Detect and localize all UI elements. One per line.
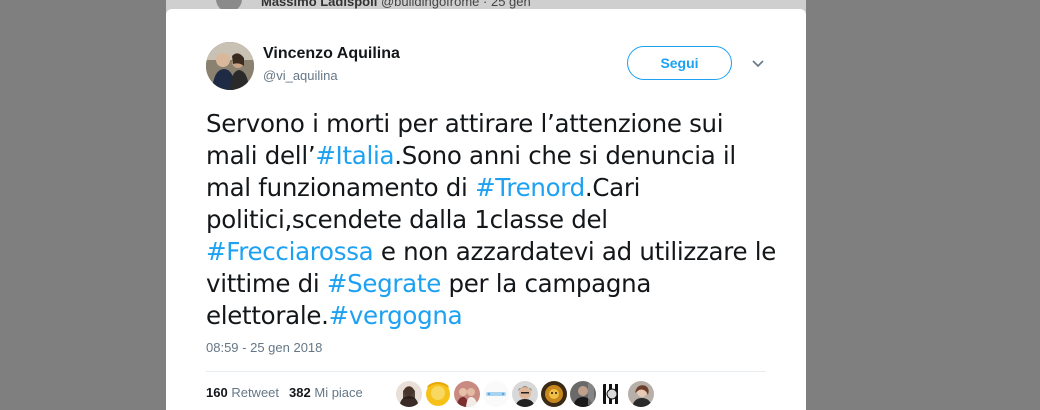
- divider: [206, 371, 766, 372]
- liker-avatar[interactable]: [599, 381, 625, 407]
- like-label: Mi piace: [314, 385, 363, 400]
- follow-button[interactable]: Segui: [627, 46, 732, 80]
- liker-avatar[interactable]: [396, 381, 422, 407]
- hashtag-link[interactable]: #Italia: [315, 141, 394, 170]
- liker-avatar[interactable]: [512, 381, 538, 407]
- chevron-down-icon[interactable]: [751, 58, 765, 70]
- author-avatar[interactable]: [206, 42, 254, 90]
- background-tweet-date: · 25 gen: [483, 0, 531, 9]
- tweet-modal: Vincenzo Aquilina @vi_aquilina Segui Ser…: [166, 9, 806, 410]
- like-count: 382: [289, 385, 311, 400]
- liker-avatar[interactable]: [454, 381, 480, 407]
- liker-avatar[interactable]: [570, 381, 596, 407]
- tweet-text: Servono i morti per attirare l’attenzion…: [206, 108, 776, 332]
- author-handle[interactable]: @vi_aquilina: [263, 68, 338, 83]
- hashtag-link[interactable]: #Segrate: [327, 269, 441, 298]
- liker-avatar[interactable]: [628, 381, 654, 407]
- avatar-photo-icon: [206, 42, 254, 90]
- liker-avatar[interactable]: [541, 381, 567, 407]
- tweet-stats: 160 Retweet 382 Mi piace: [206, 385, 363, 400]
- retweet-count: 160: [206, 385, 228, 400]
- liker-avatar[interactable]: [483, 381, 509, 407]
- background-author-name: Massimo Ladispoli: [261, 0, 378, 9]
- author-name[interactable]: Vincenzo Aquilina: [263, 45, 400, 63]
- liker-avatar[interactable]: [425, 381, 451, 407]
- likers-avatars: [396, 381, 654, 407]
- retweet-label: Retweet: [231, 385, 280, 400]
- retweet-stat[interactable]: 160 Retweet: [206, 385, 279, 400]
- tweet-timestamp[interactable]: 08:59 - 25 gen 2018: [206, 340, 322, 355]
- hashtag-link[interactable]: #Frecciarossa: [206, 237, 374, 266]
- like-stat[interactable]: 382 Mi piace: [289, 385, 363, 400]
- background-author-handle: @buildingofrome: [380, 0, 480, 9]
- hashtag-link[interactable]: #Trenord: [475, 173, 585, 202]
- hashtag-link[interactable]: #vergogna: [329, 301, 463, 330]
- background-tweet-header: Massimo Ladispoli @buildingofrome · 25 g…: [261, 0, 531, 9]
